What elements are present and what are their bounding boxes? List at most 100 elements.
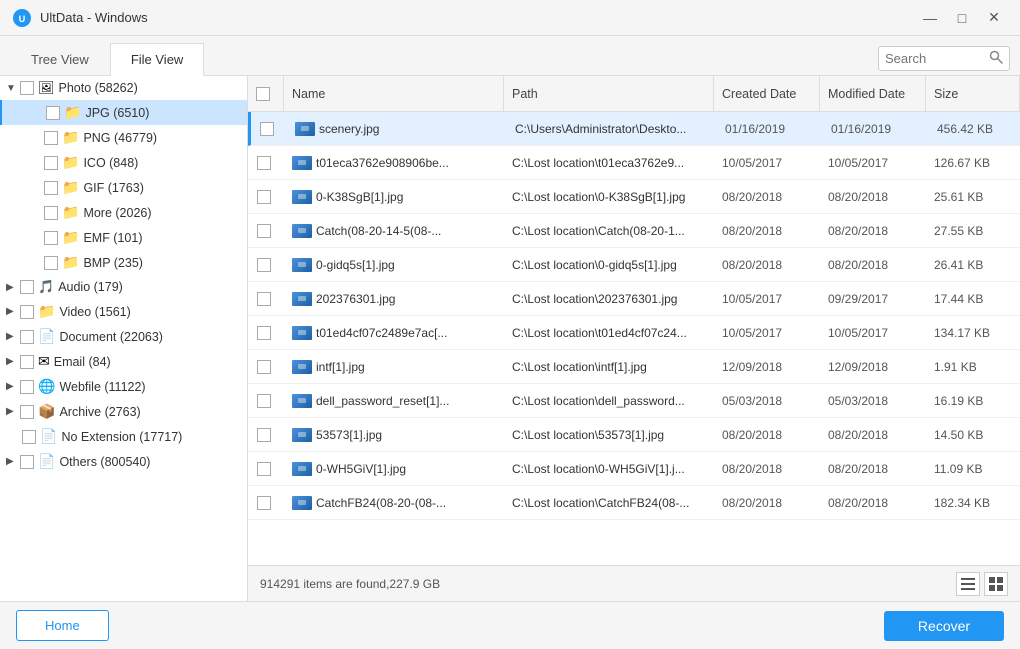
row-checkbox[interactable] bbox=[257, 292, 271, 306]
table-row[interactable]: dell_password_reset[1]... C:\Lost locati… bbox=[248, 384, 1020, 418]
more-checkbox[interactable] bbox=[44, 206, 58, 220]
noext-checkbox[interactable] bbox=[22, 430, 36, 444]
file-size: 456.42 KB bbox=[929, 122, 1020, 136]
archive-checkbox[interactable] bbox=[20, 405, 34, 419]
file-size: 1.91 KB bbox=[926, 360, 1020, 374]
sidebar-item-photo[interactable]: ▼ 🖼 Photo (58262) bbox=[0, 76, 247, 100]
table-row[interactable]: 0-gidq5s[1].jpg C:\Lost location\0-gidq5… bbox=[248, 248, 1020, 282]
row-checkbox-cell[interactable] bbox=[248, 258, 284, 272]
row-checkbox-cell[interactable] bbox=[248, 360, 284, 374]
file-name: t01ed4cf07c2489e7ac[... bbox=[284, 326, 504, 340]
table-row[interactable]: intf[1].jpg C:\Lost location\intf[1].jpg… bbox=[248, 350, 1020, 384]
gif-checkbox[interactable] bbox=[44, 181, 58, 195]
sidebar-item-png[interactable]: 📁 PNG (46779) bbox=[0, 125, 247, 150]
email-checkbox[interactable] bbox=[20, 355, 34, 369]
view-icons[interactable] bbox=[956, 572, 1008, 596]
webfile-checkbox[interactable] bbox=[20, 380, 34, 394]
others-checkbox[interactable] bbox=[20, 455, 34, 469]
row-checkbox[interactable] bbox=[257, 428, 271, 442]
row-checkbox[interactable] bbox=[257, 326, 271, 340]
row-checkbox-cell[interactable] bbox=[251, 122, 287, 136]
row-checkbox[interactable] bbox=[257, 462, 271, 476]
file-size: 27.55 KB bbox=[926, 224, 1020, 238]
table-row[interactable]: t01eca3762e908906be... C:\Lost location\… bbox=[248, 146, 1020, 180]
tab-file-view[interactable]: File View bbox=[110, 43, 205, 76]
list-view-icon[interactable] bbox=[956, 572, 980, 596]
file-modified: 08/20/2018 bbox=[820, 190, 926, 204]
audio-checkbox[interactable] bbox=[20, 280, 34, 294]
row-checkbox-cell[interactable] bbox=[248, 394, 284, 408]
row-checkbox[interactable] bbox=[257, 496, 271, 510]
file-modified: 08/20/2018 bbox=[820, 428, 926, 442]
row-checkbox-cell[interactable] bbox=[248, 496, 284, 510]
row-checkbox-cell[interactable] bbox=[248, 292, 284, 306]
sidebar-item-archive[interactable]: ▶ 📦 Archive (2763) bbox=[0, 399, 247, 424]
row-checkbox-cell[interactable] bbox=[248, 428, 284, 442]
sidebar-item-more[interactable]: 📁 More (2026) bbox=[0, 200, 247, 225]
row-checkbox[interactable] bbox=[257, 360, 271, 374]
file-path: C:\Lost location\t01eca3762e9... bbox=[504, 156, 714, 170]
file-path: C:\Lost location\CatchFB24(08-... bbox=[504, 496, 714, 510]
table-row[interactable]: 202376301.jpg C:\Lost location\202376301… bbox=[248, 282, 1020, 316]
table-row[interactable]: t01ed4cf07c2489e7ac[... C:\Lost location… bbox=[248, 316, 1020, 350]
sidebar-item-others[interactable]: ▶ 📄 Others (800540) bbox=[0, 449, 247, 474]
sidebar-item-gif[interactable]: 📁 GIF (1763) bbox=[0, 175, 247, 200]
png-checkbox[interactable] bbox=[44, 131, 58, 145]
bmp-checkbox[interactable] bbox=[44, 256, 58, 270]
close-button[interactable]: ✕ bbox=[980, 6, 1008, 30]
file-created: 08/20/2018 bbox=[714, 462, 820, 476]
table-row[interactable]: CatchFB24(08-20-(08-... C:\Lost location… bbox=[248, 486, 1020, 520]
photo-checkbox[interactable] bbox=[20, 81, 34, 95]
table-row[interactable]: 53573[1].jpg C:\Lost location\53573[1].j… bbox=[248, 418, 1020, 452]
file-path: C:\Lost location\0-gidq5s[1].jpg bbox=[504, 258, 714, 272]
table-row[interactable]: Catch(08-20-14-5(08-... C:\Lost location… bbox=[248, 214, 1020, 248]
window-controls[interactable]: — □ ✕ bbox=[916, 6, 1008, 30]
video-checkbox[interactable] bbox=[20, 305, 34, 319]
sidebar-item-video[interactable]: ▶ 📁 Video (1561) bbox=[0, 299, 247, 324]
search-input[interactable] bbox=[885, 51, 985, 66]
header-checkbox-cell[interactable] bbox=[248, 76, 284, 111]
sidebar-item-document[interactable]: ▶ 📄 Document (22063) bbox=[0, 324, 247, 349]
file-path: C:\Lost location\53573[1].jpg bbox=[504, 428, 714, 442]
table-row[interactable]: 0-K38SgB[1].jpg C:\Lost location\0-K38Sg… bbox=[248, 180, 1020, 214]
tab-tree-view[interactable]: Tree View bbox=[10, 43, 110, 76]
file-name: dell_password_reset[1]... bbox=[284, 394, 504, 408]
row-checkbox[interactable] bbox=[257, 156, 271, 170]
row-checkbox-cell[interactable] bbox=[248, 326, 284, 340]
file-thumbnail bbox=[292, 292, 312, 306]
sidebar-item-emf[interactable]: 📁 EMF (101) bbox=[0, 225, 247, 250]
document-checkbox[interactable] bbox=[20, 330, 34, 344]
sidebar-item-jpg[interactable]: 📁 JPG (6510) bbox=[0, 100, 247, 125]
table-row[interactable]: scenery.jpg C:\Users\Administrator\Deskt… bbox=[248, 112, 1020, 146]
sidebar-item-noext[interactable]: 📄 No Extension (17717) bbox=[0, 424, 247, 449]
recover-button[interactable]: Recover bbox=[884, 611, 1004, 641]
row-checkbox-cell[interactable] bbox=[248, 462, 284, 476]
search-box[interactable] bbox=[878, 46, 1010, 71]
maximize-button[interactable]: □ bbox=[948, 6, 976, 30]
grid-view-icon[interactable] bbox=[984, 572, 1008, 596]
jpg-checkbox[interactable] bbox=[46, 106, 60, 120]
row-checkbox-cell[interactable] bbox=[248, 156, 284, 170]
sidebar-item-email[interactable]: ▶ ✉ Email (84) bbox=[0, 349, 247, 374]
table-row[interactable]: 0-WH5GiV[1].jpg C:\Lost location\0-WH5Gi… bbox=[248, 452, 1020, 486]
row-checkbox[interactable] bbox=[257, 258, 271, 272]
row-checkbox[interactable] bbox=[257, 224, 271, 238]
row-checkbox-cell[interactable] bbox=[248, 190, 284, 204]
sidebar-item-webfile[interactable]: ▶ 🌐 Webfile (11122) bbox=[0, 374, 247, 399]
row-checkbox[interactable] bbox=[257, 190, 271, 204]
file-name: t01eca3762e908906be... bbox=[284, 156, 504, 170]
app-title: UltData - Windows bbox=[40, 10, 148, 25]
emf-checkbox[interactable] bbox=[44, 231, 58, 245]
home-button[interactable]: Home bbox=[16, 610, 109, 641]
ico-checkbox[interactable] bbox=[44, 156, 58, 170]
sidebar-item-bmp[interactable]: 📁 BMP (235) bbox=[0, 250, 247, 275]
sidebar-item-ico[interactable]: 📁 ICO (848) bbox=[0, 150, 247, 175]
minimize-button[interactable]: — bbox=[916, 6, 944, 30]
ico-folder-icon: 📁 bbox=[62, 154, 79, 171]
select-all-checkbox[interactable] bbox=[256, 87, 270, 101]
row-checkbox-cell[interactable] bbox=[248, 224, 284, 238]
sidebar-item-label: Audio (179) bbox=[58, 280, 123, 294]
row-checkbox[interactable] bbox=[260, 122, 274, 136]
row-checkbox[interactable] bbox=[257, 394, 271, 408]
sidebar-item-audio[interactable]: ▶ 🎵 Audio (179) bbox=[0, 275, 247, 299]
